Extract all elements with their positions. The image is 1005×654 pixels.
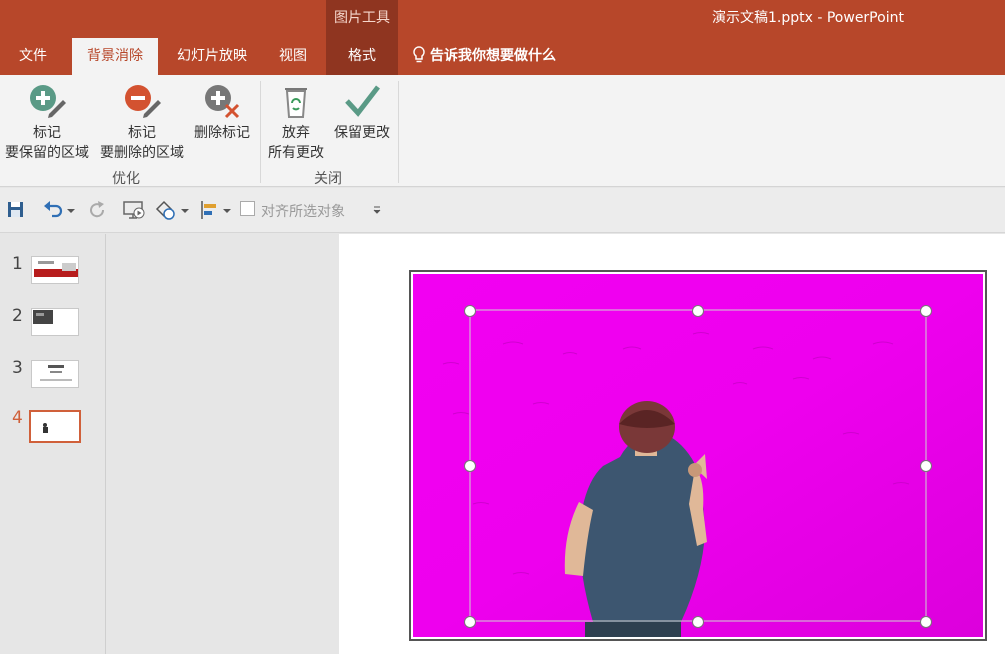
thumbnail-preview <box>40 365 72 381</box>
shapes-icon[interactable] <box>154 199 178 221</box>
resize-handle[interactable] <box>920 305 932 317</box>
minus-pencil-icon <box>125 85 161 118</box>
resize-handle[interactable] <box>692 616 704 628</box>
chevron-down-icon[interactable] <box>222 199 232 221</box>
save-icon[interactable] <box>6 199 26 221</box>
resize-handle[interactable] <box>920 616 932 628</box>
resize-handle[interactable] <box>692 305 704 317</box>
chevron-down-icon[interactable] <box>66 199 76 221</box>
thumbnail-preview <box>34 261 78 277</box>
tab-background-removal[interactable]: 背景消除 <box>72 38 158 75</box>
chevron-down-icon[interactable] <box>180 199 190 221</box>
align-icon[interactable] <box>198 199 222 221</box>
mark-remove-button[interactable]: 标记 要删除的区域 <box>96 81 188 163</box>
group-separator <box>260 81 261 183</box>
tab-file[interactable]: 文件 <box>8 45 58 75</box>
slide-number: 1 <box>12 254 23 274</box>
checkmark-icon <box>345 85 380 117</box>
discard-line2: 所有更改 <box>268 145 324 161</box>
slide-number-active: 4 <box>12 408 23 428</box>
slide-thumbnail-pane: 1 2 3 4 <box>0 234 106 654</box>
discard-changes-button[interactable]: 放弃 所有更改 <box>264 81 328 163</box>
present-from-start-icon[interactable] <box>122 199 146 221</box>
group-refine-label: 优化 <box>112 171 140 187</box>
quick-access-toolbar: 对齐所选对象 <box>0 188 1005 233</box>
slide-thumbnail-4[interactable] <box>29 410 81 443</box>
keep-changes-label: 保留更改 <box>334 125 390 141</box>
context-group-label: 图片工具 <box>334 10 390 26</box>
mark-keep-line2: 要保留的区域 <box>5 145 89 161</box>
plus-pencil-icon <box>30 85 66 118</box>
thumbnail-preview <box>43 423 48 433</box>
customize-qat-icon[interactable] <box>372 199 382 221</box>
tab-format[interactable]: 格式 <box>326 45 398 75</box>
slide-thumbnail-2[interactable] <box>31 308 79 336</box>
tell-me-text: 告诉我你想要做什么 <box>430 48 556 64</box>
align-selected-checkbox[interactable] <box>240 201 255 216</box>
keep-changes-button[interactable]: 保留更改 <box>330 81 394 143</box>
resize-handle[interactable] <box>464 616 476 628</box>
delete-mark-icon <box>205 85 240 119</box>
resize-handle[interactable] <box>464 460 476 472</box>
delete-mark-label: 删除标记 <box>194 125 250 141</box>
window-title: 演示文稿1.pptx - PowerPoint <box>712 10 904 26</box>
undo-icon[interactable] <box>42 199 64 221</box>
tab-slideshow[interactable]: 幻灯片放映 <box>166 45 258 75</box>
mark-remove-line2: 要删除的区域 <box>100 145 184 161</box>
slide-thumbnail-3[interactable] <box>31 360 79 388</box>
align-selected-label: 对齐所选对象 <box>261 204 345 220</box>
thumbnail-preview <box>33 310 53 324</box>
ribbon: 标记 要保留的区域 标记 要删除的区域 删除标记 优化 放弃 所有更改 保留更改… <box>0 75 1005 187</box>
slide-thumbnail-1[interactable] <box>31 256 79 284</box>
mark-remove-line1: 标记 <box>128 125 156 141</box>
slide-number: 3 <box>12 358 23 378</box>
mark-keep-button[interactable]: 标记 要保留的区域 <box>0 81 94 163</box>
background-removal-picture[interactable] <box>413 274 983 637</box>
slide-number: 2 <box>12 306 23 326</box>
redo-icon[interactable] <box>86 199 108 221</box>
delete-mark-button[interactable]: 删除标记 <box>190 81 254 143</box>
resize-handle[interactable] <box>464 305 476 317</box>
lightbulb-icon <box>413 46 425 63</box>
resize-handle[interactable] <box>920 460 932 472</box>
group-separator-2 <box>398 81 399 183</box>
group-close-label: 关闭 <box>314 171 342 187</box>
discard-line1: 放弃 <box>282 125 310 141</box>
recycle-bin-icon <box>285 88 307 118</box>
mark-keep-line1: 标记 <box>33 125 61 141</box>
tab-view[interactable]: 视图 <box>270 45 316 75</box>
tell-me-box[interactable]: 告诉我你想要做什么 <box>412 45 556 65</box>
